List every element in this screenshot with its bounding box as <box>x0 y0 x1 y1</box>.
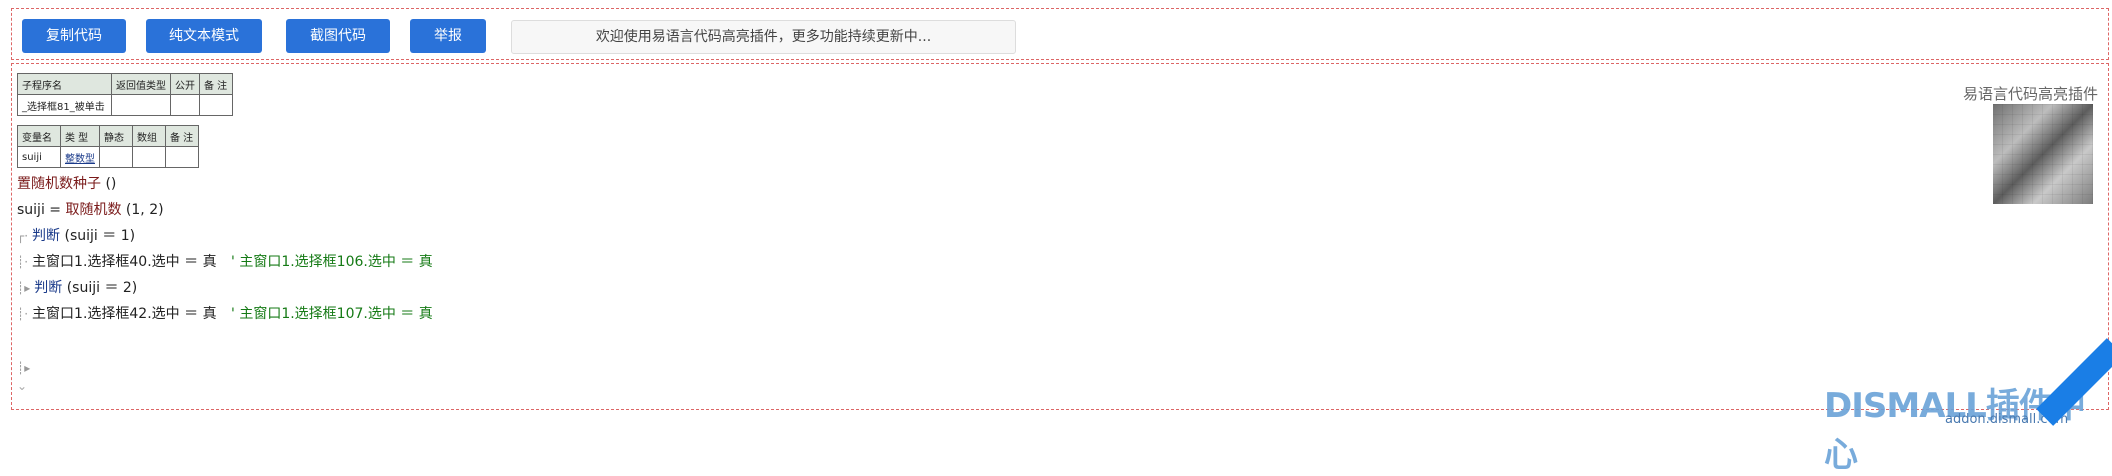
variable-table: 变量名 类 型 静态 数组 备 注 suiji 整数型 <box>17 125 199 168</box>
code-text: (suiji ＝ 1) <box>60 228 136 244</box>
table-cell: 整数型 <box>60 146 100 168</box>
table-header-cell: 备 注 <box>165 125 199 147</box>
function-name: 置随机数种子 <box>17 176 101 192</box>
table-header-cell: 备 注 <box>199 73 233 95</box>
welcome-notice: 欢迎使用易语言代码高亮插件，更多功能持续更新中... <box>511 20 1016 54</box>
plugin-brand-label: 易语言代码高亮插件 <box>1962 85 2098 103</box>
table-cell: _选择框81_被单击 <box>17 94 112 116</box>
report-button[interactable]: 举报 <box>410 19 486 53</box>
branch-end-icon: ┊▸ <box>17 361 31 375</box>
branch-guide-icon: ┌· <box>17 229 29 243</box>
table-row: 子程序名 返回值类型 公开 备 注 <box>17 73 233 95</box>
table-cell: suiji <box>17 146 61 168</box>
branch-guide-icon: ┊▸ <box>17 281 31 295</box>
qr-code-image <box>1993 104 2093 204</box>
table-header-cell: 类 型 <box>60 125 100 147</box>
code-line: suiji = 取随机数 (1, 2) <box>17 200 164 220</box>
code-text: () <box>101 176 117 192</box>
table-row: _选择框81_被单击 <box>17 94 233 116</box>
code-line: ┌· 判断 (suiji ＝ 1) <box>17 226 135 246</box>
code-line: ┊▸ <box>17 358 34 378</box>
code-line: ┊· 主窗口1.选择框40.选中 ＝ 真 ' 主窗口1.选择框106.选中 ＝ 真 <box>17 252 433 272</box>
table-header-cell: 返回值类型 <box>111 73 171 95</box>
table-cell <box>99 146 133 168</box>
code-line: ┊· 主窗口1.选择框42.选中 ＝ 真 ' 主窗口1.选择框107.选中 ＝ 真 <box>17 304 433 324</box>
table-cell <box>111 94 171 116</box>
code-block-frame <box>11 63 2109 410</box>
code-text: (suiji ＝ 2) <box>62 280 138 296</box>
code-line: 置随机数种子 () <box>17 174 116 194</box>
copy-code-button[interactable]: 复制代码 <box>22 19 126 53</box>
code-line: ┊▸ 判断 (suiji ＝ 2) <box>17 278 137 298</box>
table-header-cell: 静态 <box>99 125 133 147</box>
table-cell <box>165 146 199 168</box>
branch-guide-icon: ┊· <box>17 255 29 269</box>
code-text: 主窗口1.选择框40.选中 ＝ 真 <box>32 254 217 270</box>
code-line: ⌄ <box>17 376 27 396</box>
branch-guide-icon: ┊· <box>17 307 29 321</box>
table-header-cell: 变量名 <box>17 125 61 147</box>
code-text: = <box>44 202 66 218</box>
code-text: 主窗口1.选择框42.选中 ＝ 真 <box>32 306 217 322</box>
keyword: 判断 <box>32 228 61 244</box>
table-header-cell: 子程序名 <box>17 73 112 95</box>
variable-name: suiji <box>17 202 45 218</box>
table-row: 变量名 类 型 静态 数组 备 注 <box>17 125 199 147</box>
table-header-cell: 公开 <box>170 73 200 95</box>
table-cell <box>132 146 166 168</box>
screenshot-code-button[interactable]: 截图代码 <box>286 19 390 53</box>
subroutine-table: 子程序名 返回值类型 公开 备 注 _选择框81_被单击 <box>17 73 233 116</box>
table-header-cell: 数组 <box>132 125 166 147</box>
function-name: 取随机数 <box>65 202 122 218</box>
table-cell <box>199 94 233 116</box>
table-row: suiji 整数型 <box>17 146 199 168</box>
code-text: (1, 2) <box>121 202 164 218</box>
code-comment: ' 主窗口1.选择框107.选中 ＝ 真 <box>231 306 433 322</box>
code-comment: ' 主窗口1.选择框106.选中 ＝ 真 <box>231 254 433 270</box>
collapse-arrow-icon: ⌄ <box>17 379 28 393</box>
keyword: 判断 <box>34 280 63 296</box>
plain-text-mode-button[interactable]: 纯文本模式 <box>146 19 262 53</box>
table-cell <box>170 94 200 116</box>
